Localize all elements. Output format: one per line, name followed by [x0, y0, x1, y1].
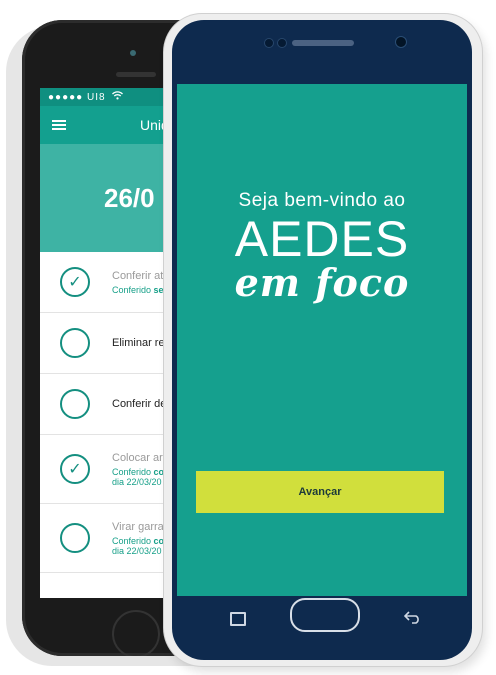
welcome-screen: Seja bem-vindo ao AEDES em foco Avançar [177, 84, 467, 596]
task-date: dia 22/03/20 [112, 545, 162, 556]
task-status: Conferido co [112, 466, 165, 477]
hamburger-icon[interactable] [52, 120, 66, 130]
recent-apps-icon[interactable] [230, 612, 246, 626]
sensor-dots [264, 38, 287, 48]
brand-logo-script: em foco [234, 260, 410, 305]
iphone-speaker [116, 72, 156, 77]
unchecked-circle-icon[interactable] [60, 328, 90, 358]
earpiece [292, 40, 354, 46]
task-title: Colocar are [112, 451, 169, 464]
wifi-icon [111, 91, 123, 103]
task-status: Conferido co [112, 535, 165, 546]
iphone-camera [130, 50, 136, 56]
task-status: Conferido ser [112, 284, 168, 295]
task-title: Virar garra [112, 520, 164, 533]
welcome-text: Seja bem-vindo ao [238, 190, 406, 211]
task-title: Eliminar re [112, 337, 165, 349]
samsung-device: Seja bem-vindo ao AEDES em foco Avançar [164, 14, 482, 666]
samsung-body: Seja bem-vindo ao AEDES em foco Avançar [172, 20, 472, 660]
front-camera [395, 36, 407, 48]
advance-button[interactable]: Avançar [196, 471, 444, 513]
home-button[interactable] [290, 598, 360, 632]
check-circle-icon[interactable]: ✓ [60, 454, 90, 484]
hero-date: 26/0 [104, 182, 155, 213]
task-title: Conferir at [112, 269, 164, 282]
back-icon[interactable] [403, 610, 422, 629]
unchecked-circle-icon[interactable] [60, 389, 90, 419]
iphone-home-button[interactable] [112, 610, 160, 656]
unchecked-circle-icon[interactable] [60, 523, 90, 553]
task-title: Conferir de [112, 398, 167, 410]
check-circle-icon[interactable]: ✓ [60, 267, 90, 297]
task-date: dia 22/03/20 [112, 476, 162, 487]
signal-indicator: ●●●●● UI8 [48, 91, 106, 103]
